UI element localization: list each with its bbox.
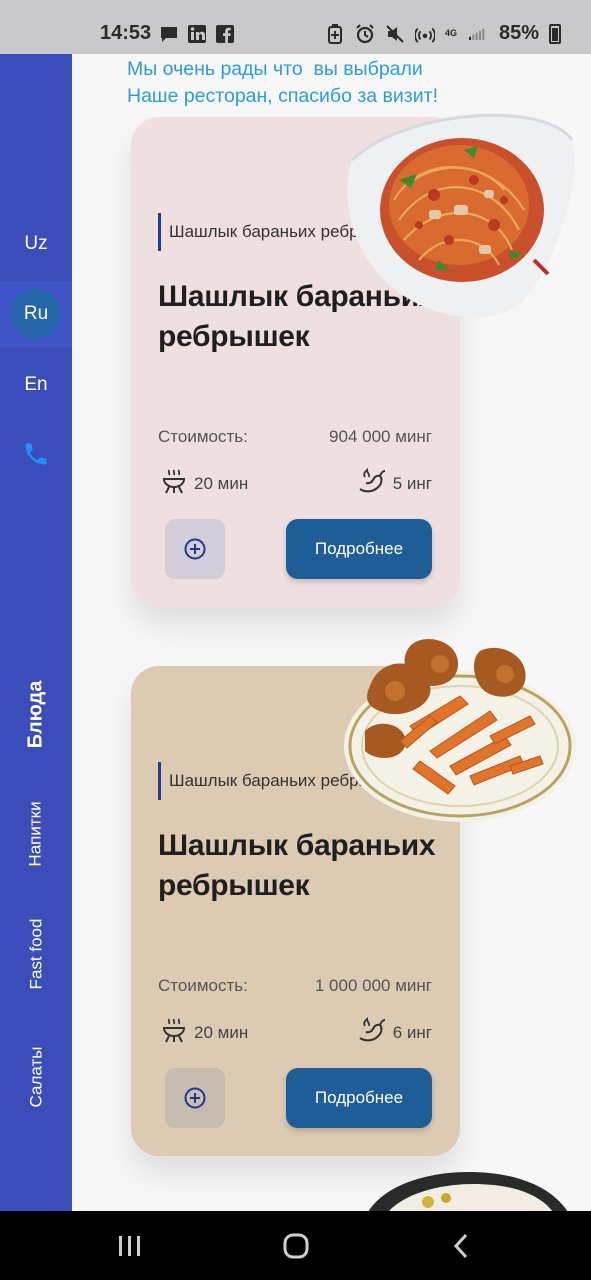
- ingredients-count: 5 инг: [357, 467, 432, 500]
- language-ru-button[interactable]: Ru: [0, 281, 72, 347]
- category-tab-salads[interactable]: Салаты: [0, 1029, 72, 1124]
- cook-time-value: 20 мин: [194, 473, 249, 493]
- cook-time: 20 мин: [160, 467, 248, 500]
- category-label: Салаты: [26, 1046, 45, 1107]
- mute-icon: [385, 24, 405, 44]
- grill-icon: [160, 1016, 188, 1049]
- cook-time-value: 20 мин: [194, 1022, 249, 1042]
- ingredients-value: 6 инг: [392, 1022, 432, 1042]
- category-label: Напитки: [26, 801, 45, 867]
- clock: 14:53: [100, 22, 152, 44]
- price-value: 904 000 минг: [329, 427, 432, 446]
- greeting-line-1: Мы очень рады что вы выбрали: [127, 58, 423, 80]
- details-button[interactable]: Подробнее: [286, 519, 432, 579]
- price-label: Стоимость:: [158, 427, 248, 446]
- category-tab-dishes[interactable]: Блюда: [0, 664, 72, 764]
- back-icon[interactable]: [444, 1228, 480, 1264]
- status-bar-right: 4G 85%: [325, 22, 561, 45]
- battery-saver-icon: [325, 23, 345, 44]
- dish-tag: Шашлык бараньих ребрышек: [158, 762, 368, 800]
- status-bar-left: 14:53: [100, 22, 235, 45]
- phone-icon[interactable]: [0, 426, 72, 482]
- plus-circle-icon: [184, 1087, 206, 1109]
- language-label: Ru: [23, 303, 49, 324]
- dish-title: Шашлык бараньих ребрышек: [158, 829, 436, 902]
- add-to-cart-button[interactable]: [165, 519, 225, 579]
- battery-percent: 85%: [498, 22, 539, 44]
- rice-dish-image: [368, 1172, 568, 1212]
- category-label: Блюда: [24, 680, 47, 748]
- system-navigation-bar: [0, 1211, 591, 1280]
- dish-tag: Шашлык бараньих ребрышек: [158, 213, 368, 251]
- details-button[interactable]: Подробнее: [286, 1068, 432, 1128]
- language-label: En: [24, 374, 48, 395]
- home-icon[interactable]: [278, 1228, 314, 1264]
- greeting-text: Мы очень рады что вы выбрали Наше рестор…: [127, 56, 438, 110]
- message-icon: [159, 24, 179, 44]
- network-type: 4G: [444, 28, 457, 38]
- price-value: 1 000 000 минг: [314, 976, 432, 995]
- chili-icon: [357, 467, 387, 500]
- greeting-line-2: Наше ресторан, спасибо за визит!: [127, 85, 438, 107]
- hotspot-icon: [414, 24, 435, 44]
- pasta-dish-image: [344, 110, 576, 322]
- price-label: Стоимость:: [158, 976, 248, 995]
- alarm-icon: [355, 23, 375, 44]
- language-label: Uz: [24, 233, 48, 254]
- facebook-icon: [215, 24, 235, 44]
- recent-apps-icon[interactable]: [112, 1228, 148, 1264]
- battery-icon: [549, 23, 561, 44]
- sidebar: Uz Ru En Блюда Напитки Fast food Салаты: [0, 54, 72, 1211]
- status-bar: 14:53 4G 85%: [0, 0, 591, 54]
- category-tab-drinks[interactable]: Напитки: [0, 789, 72, 879]
- chicken-fries-dish-image: [340, 636, 578, 824]
- cook-time: 20 мин: [160, 1016, 248, 1049]
- ingredients-value: 5 инг: [392, 473, 432, 493]
- linkedin-icon: [187, 24, 207, 44]
- category-label: Fast food: [26, 918, 45, 990]
- category-tab-fast-food[interactable]: Fast food: [0, 904, 72, 1004]
- active-language-indicator: Ru: [11, 289, 61, 339]
- ingredients-count: 6 инг: [357, 1016, 432, 1049]
- chili-icon: [357, 1016, 387, 1049]
- plus-circle-icon: [184, 538, 206, 560]
- add-to-cart-button[interactable]: [165, 1068, 225, 1128]
- language-uz-button[interactable]: Uz: [0, 211, 72, 277]
- language-en-button[interactable]: En: [0, 352, 72, 418]
- signal-icon: [468, 24, 489, 44]
- grill-icon: [160, 467, 188, 500]
